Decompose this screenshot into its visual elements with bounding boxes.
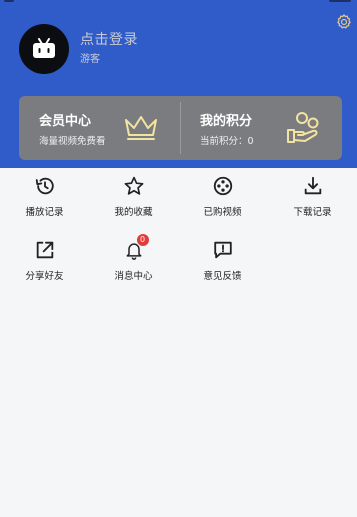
share-icon xyxy=(33,238,57,262)
menu-item-share-friends[interactable]: 分享好友 xyxy=(0,238,89,288)
bell-icon: 0 xyxy=(122,234,149,262)
menu-item-play-history[interactable]: 播放记录 xyxy=(0,174,89,224)
menu-item-favorites[interactable]: 我的收藏 xyxy=(89,174,178,224)
member-card: 会员中心 海量视频免费看 我的积分 当前积分：0 xyxy=(19,96,342,160)
login-button[interactable]: 点击登录 xyxy=(80,29,138,49)
menu-item-label: 下载记录 xyxy=(293,207,332,218)
profile-header: 点击登录 游客 会员中心 海量视频免费看 我的积分 当前积分：0 xyxy=(0,0,357,168)
hand-coins-icon xyxy=(287,112,319,143)
points-value: 0 xyxy=(247,136,254,147)
message-badge: 0 xyxy=(136,234,149,246)
menu-item-label: 分享好友 xyxy=(25,271,64,282)
vip-center-title[interactable]: 会员中心 xyxy=(39,110,91,129)
menu-item-label: 已购视频 xyxy=(203,207,242,218)
menu-item-label: 我的收藏 xyxy=(114,207,153,218)
feedback-icon xyxy=(211,238,235,262)
download-icon xyxy=(301,174,325,198)
vip-center-subtitle: 海量视频免费看 xyxy=(39,136,106,147)
status-bar-right xyxy=(329,0,351,2)
status-bar-left xyxy=(4,0,14,2)
points-summary: 当前积分：0 xyxy=(200,133,254,147)
menu-item-label: 播放记录 xyxy=(25,207,64,218)
menu-item-download-history[interactable]: 下载记录 xyxy=(268,174,357,224)
function-menu: 播放记录 我的收藏 已购视频 下载记录 分享好友 0 消息中心 意见反馈 xyxy=(0,168,357,517)
menu-item-label: 消息中心 xyxy=(114,271,153,282)
points-title[interactable]: 我的积分 xyxy=(200,110,252,129)
points-label: 当前积分： xyxy=(200,136,248,147)
menu-item-purchased-videos[interactable]: 已购视频 xyxy=(178,174,267,224)
avatar[interactable] xyxy=(19,24,69,74)
star-icon xyxy=(122,174,146,198)
user-status-label: 游客 xyxy=(80,54,100,65)
menu-item-message-center[interactable]: 0 消息中心 xyxy=(89,234,178,288)
card-divider xyxy=(180,102,181,154)
film-reel-icon xyxy=(211,174,235,198)
history-icon xyxy=(33,174,57,198)
menu-item-feedback[interactable]: 意见反馈 xyxy=(178,238,267,288)
menu-item-label: 意见反馈 xyxy=(203,271,242,282)
settings-button[interactable] xyxy=(334,12,354,32)
status-bar xyxy=(0,0,357,6)
crown-icon xyxy=(125,116,157,140)
bilibili-tv-icon xyxy=(33,38,55,58)
gear-icon xyxy=(337,14,351,29)
